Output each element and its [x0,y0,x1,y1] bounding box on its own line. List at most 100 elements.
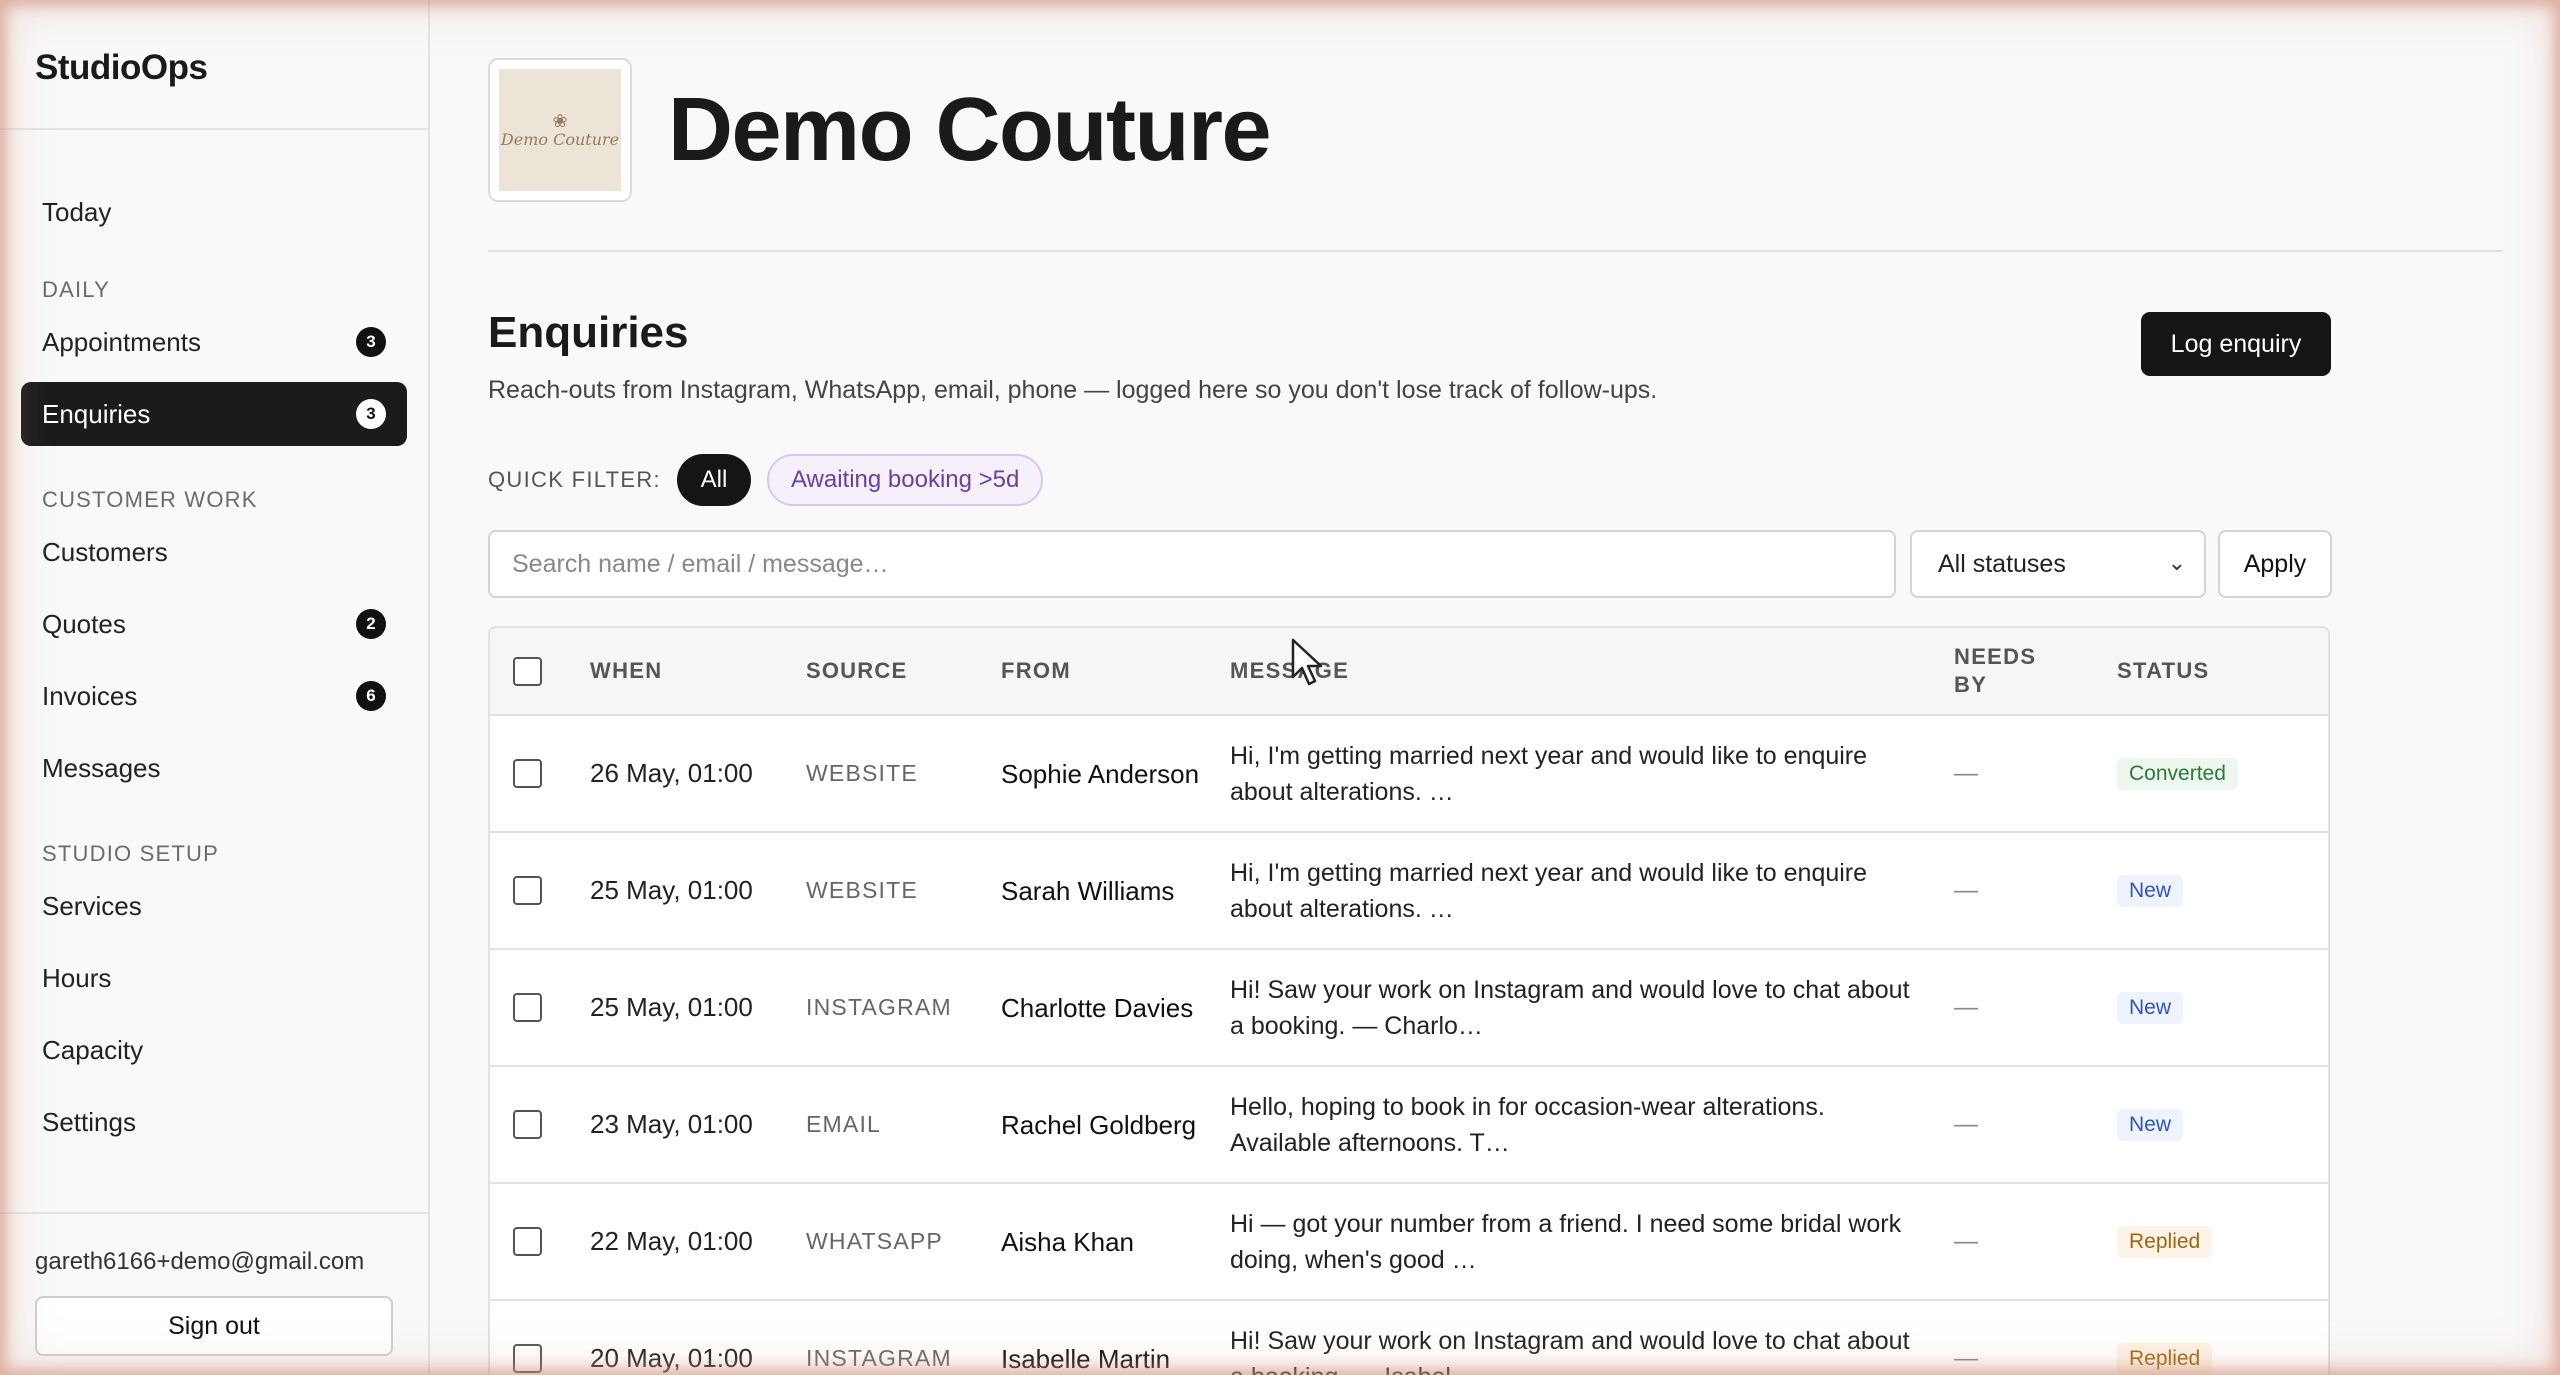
cell-needs-by: — [1954,1227,1978,1255]
customer-name[interactable]: Rachel Goldberg [1001,1107,1196,1143]
customer-name[interactable]: Aisha Khan [1001,1224,1134,1260]
cell-message: Hi — got your number from a friend. I ne… [1230,1184,1920,1299]
sidebar-item-settings[interactable]: Settings [21,1090,407,1154]
status-badge: New [2117,1108,2184,1141]
sign-out-button[interactable]: Sign out [35,1296,393,1356]
cell-message: Hi, I'm getting married next year and wo… [1230,716,1920,831]
cell-from[interactable]: Charlotte Davies [1001,950,1211,1065]
row-select-cell [513,716,542,831]
sidebar-item-invoices[interactable]: Invoices 6 [21,664,407,728]
row-checkbox[interactable] [513,759,542,788]
customer-name[interactable]: Sophie Anderson [1001,756,1199,792]
table-row[interactable]: 20 May, 01:00 INSTAGRAM Isabelle Martin … [490,1301,2328,1375]
cell-when: 25 May, 01:00 [590,992,753,1022]
sidebar-item-label: Messages [42,752,161,783]
sidebar-item-messages[interactable]: Messages [21,736,407,800]
cell-needs-by: — [1954,1110,1978,1138]
cell-source: EMAIL [806,1111,882,1137]
customer-name[interactable]: Sarah Williams [1001,873,1174,909]
customer-name[interactable]: Isabelle Martin [1001,1341,1170,1375]
cell-source: WEBSITE [806,760,918,786]
table-body: 26 May, 01:00 WEBSITE Sophie Anderson Hi… [490,716,2328,1375]
cell-message: Hi, I'm getting married next year and wo… [1230,833,1920,948]
count-badge: 6 [356,681,386,711]
customer-name[interactable]: Charlotte Davies [1001,990,1193,1026]
status-badge: Replied [2117,1342,2213,1375]
search-row: All statuses ⌄ Apply [488,530,2332,598]
enquiries-table: WHEN SOURCE FROM MESSAGE NEEDS BY STATUS… [488,626,2330,1375]
header-status[interactable]: STATUS [2117,628,2210,714]
table-row[interactable]: 22 May, 01:00 WHATSAPP Aisha Khan Hi — g… [490,1184,2328,1301]
cell-when: 22 May, 01:00 [590,1226,753,1256]
header-source[interactable]: SOURCE [806,628,907,714]
row-select-cell [513,1184,542,1299]
sidebar-item-capacity[interactable]: Capacity [21,1018,407,1082]
select-all-checkbox[interactable] [513,656,542,686]
row-checkbox[interactable] [513,993,542,1022]
cell-message: Hello, hoping to book in for occasion-we… [1230,1067,1920,1182]
count-badge: 3 [356,327,386,357]
header-when[interactable]: WHEN [590,628,662,714]
cell-needs-by: — [1954,993,1978,1021]
search-input[interactable] [488,530,1896,598]
cell-from[interactable]: Sophie Anderson [1001,716,1211,831]
cell-from[interactable]: Sarah Williams [1001,833,1211,948]
message-preview: Hi! Saw your work on Instagram and would… [1230,975,1910,1040]
header-from[interactable]: FROM [1001,628,1211,714]
status-select[interactable]: All statuses ⌄ [1910,530,2206,598]
nav-section-customer-work: CUSTOMER WORK [42,487,258,512]
user-email: gareth6166+demo@gmail.com [35,1248,365,1275]
cell-from[interactable]: Aisha Khan [1001,1184,1211,1299]
cell-needs-by: — [1954,1344,1978,1372]
logo-script-text: Demo Couture [500,129,620,149]
row-checkbox[interactable] [513,1227,542,1256]
sidebar-item-today[interactable]: Today [21,180,407,244]
mouse-cursor-icon [1291,638,1323,686]
cell-source: WEBSITE [806,877,918,903]
status-badge: Replied [2117,1225,2213,1258]
table-row[interactable]: 25 May, 01:00 INSTAGRAM Charlotte Davies… [490,950,2328,1067]
table-row[interactable]: 26 May, 01:00 WEBSITE Sophie Anderson Hi… [490,716,2328,833]
cell-from[interactable]: Isabelle Martin [1001,1301,1211,1375]
row-checkbox[interactable] [513,876,542,905]
apply-button[interactable]: Apply [2218,530,2332,598]
header-needs-by[interactable]: NEEDS BY [1954,628,2074,714]
count-badge: 2 [356,609,386,639]
table-row[interactable]: 25 May, 01:00 WEBSITE Sarah Williams Hi,… [490,833,2328,950]
sidebar-item-label: Quotes [42,608,126,639]
flower-icon: ❀ [552,110,568,131]
cell-message: Hi! Saw your work on Instagram and would… [1230,1301,1920,1375]
status-badge: Converted [2117,757,2238,790]
status-badge: New [2117,991,2184,1024]
row-select-cell [513,833,542,948]
row-select-cell [513,1067,542,1182]
sidebar-item-hours[interactable]: Hours [21,946,407,1010]
quick-filter-label: QUICK FILTER: [488,467,661,492]
sidebar-item-appointments[interactable]: Appointments 3 [21,310,407,374]
header-message[interactable]: MESSAGE [1230,628,1920,714]
studio-logo-image: ❀ Demo Couture [499,69,621,191]
sidebar-item-label: Today [42,196,112,227]
quick-filter: QUICK FILTER: All Awaiting booking >5d [488,454,1059,506]
sidebar-item-quotes[interactable]: Quotes 2 [21,592,407,656]
row-checkbox[interactable] [513,1110,542,1139]
sidebar-item-customers[interactable]: Customers [21,520,407,584]
cell-needs-by: — [1954,876,1978,904]
cell-from[interactable]: Rachel Goldberg [1001,1067,1211,1182]
log-enquiry-button[interactable]: Log enquiry [2141,312,2331,376]
brand-logo[interactable]: StudioOps [0,0,428,130]
filter-chip-all[interactable]: All [676,454,751,506]
cell-status: Converted [2117,716,2238,831]
page-title: Enquiries [488,308,689,357]
message-preview: Hello, hoping to book in for occasion-we… [1230,1092,1825,1157]
sidebar-item-label: Capacity [42,1034,144,1065]
message-preview: Hi, I'm getting married next year and wo… [1230,858,1868,923]
row-checkbox[interactable] [513,1344,542,1373]
cell-needs-by: — [1954,759,1978,787]
table-row[interactable]: 23 May, 01:00 EMAIL Rachel Goldberg Hell… [490,1067,2328,1184]
sidebar-item-enquiries[interactable]: Enquiries 3 [21,382,407,446]
filter-chip-awaiting-booking[interactable]: Awaiting booking >5d [766,454,1044,506]
sidebar-item-services[interactable]: Services [21,874,407,938]
cell-source: INSTAGRAM [806,994,952,1020]
cell-status: New [2117,1067,2184,1182]
